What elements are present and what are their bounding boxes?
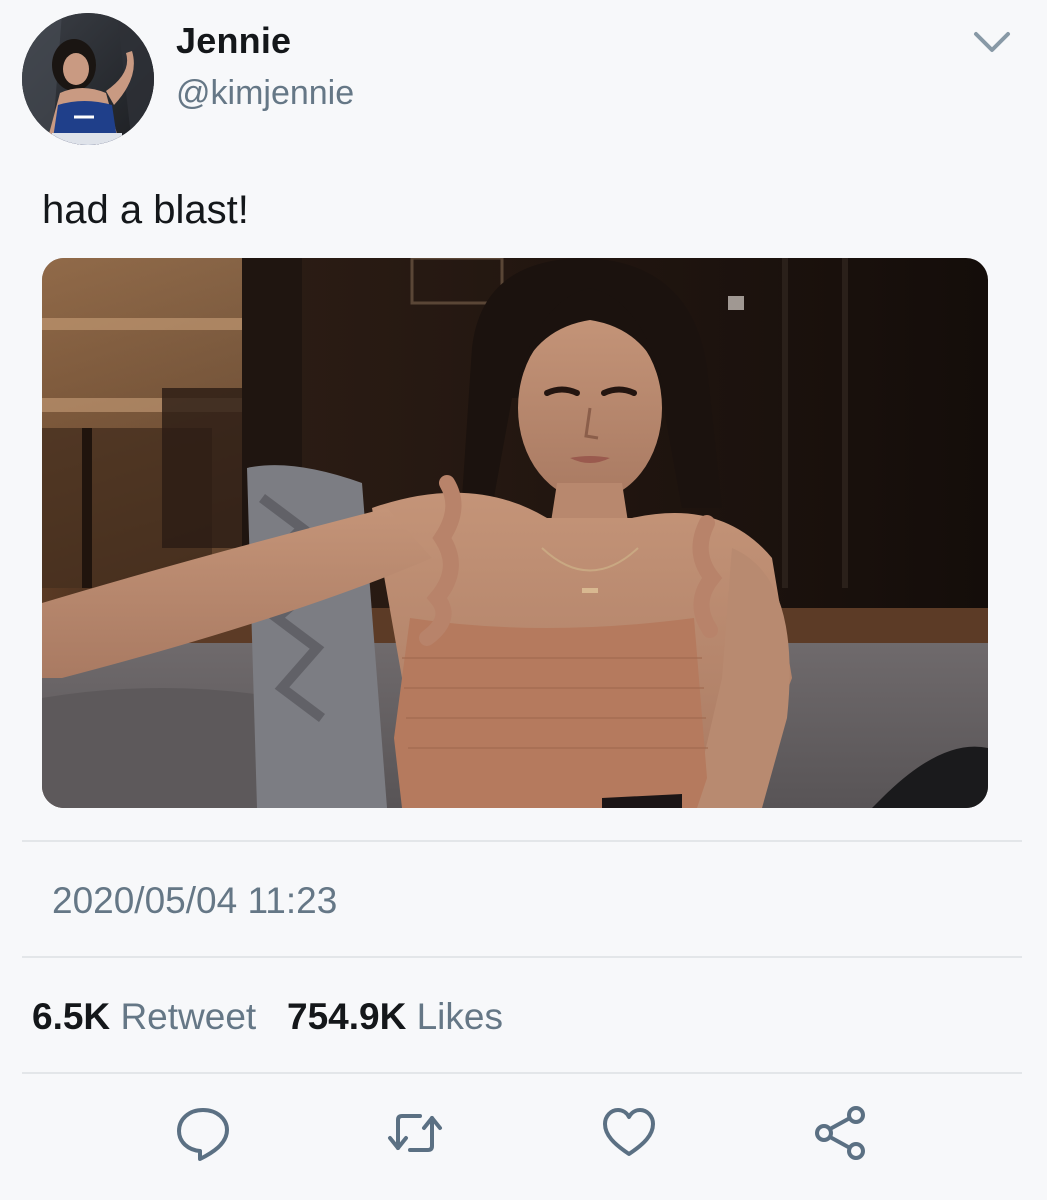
tweet-detail-screen: Jennie @kimjennie had a blast! 2020/05/0… (0, 0, 1047, 1200)
photo-image (42, 258, 988, 808)
tweet-timestamp: 2020/05/04 11:23 (52, 880, 338, 921)
retweet-icon[interactable] (386, 1104, 444, 1162)
avatar-image (22, 13, 154, 145)
chevron-down-icon[interactable] (970, 26, 1014, 60)
divider (22, 956, 1022, 958)
divider (22, 1072, 1022, 1074)
tweet-photo[interactable] (42, 258, 988, 808)
likes-stat[interactable]: 754.9K Likes (287, 996, 503, 1037)
retweets-label: Retweet (120, 996, 257, 1037)
avatar[interactable] (22, 13, 154, 145)
likes-count: 754.9K (287, 996, 407, 1037)
author-display-name[interactable]: Jennie (176, 20, 291, 62)
heart-icon[interactable] (600, 1104, 658, 1162)
author-handle[interactable]: @kimjennie (176, 74, 354, 113)
likes-label: Likes (416, 996, 503, 1037)
share-icon[interactable] (812, 1104, 870, 1162)
tweet-text: had a blast! (42, 188, 249, 232)
reply-icon[interactable] (174, 1104, 232, 1162)
retweets-count: 6.5K (32, 996, 111, 1037)
retweets-stat[interactable]: 6.5K Retweet (32, 996, 266, 1037)
tweet-stats: 6.5K Retweet 754.9K Likes (32, 996, 503, 1038)
divider (22, 840, 1022, 842)
